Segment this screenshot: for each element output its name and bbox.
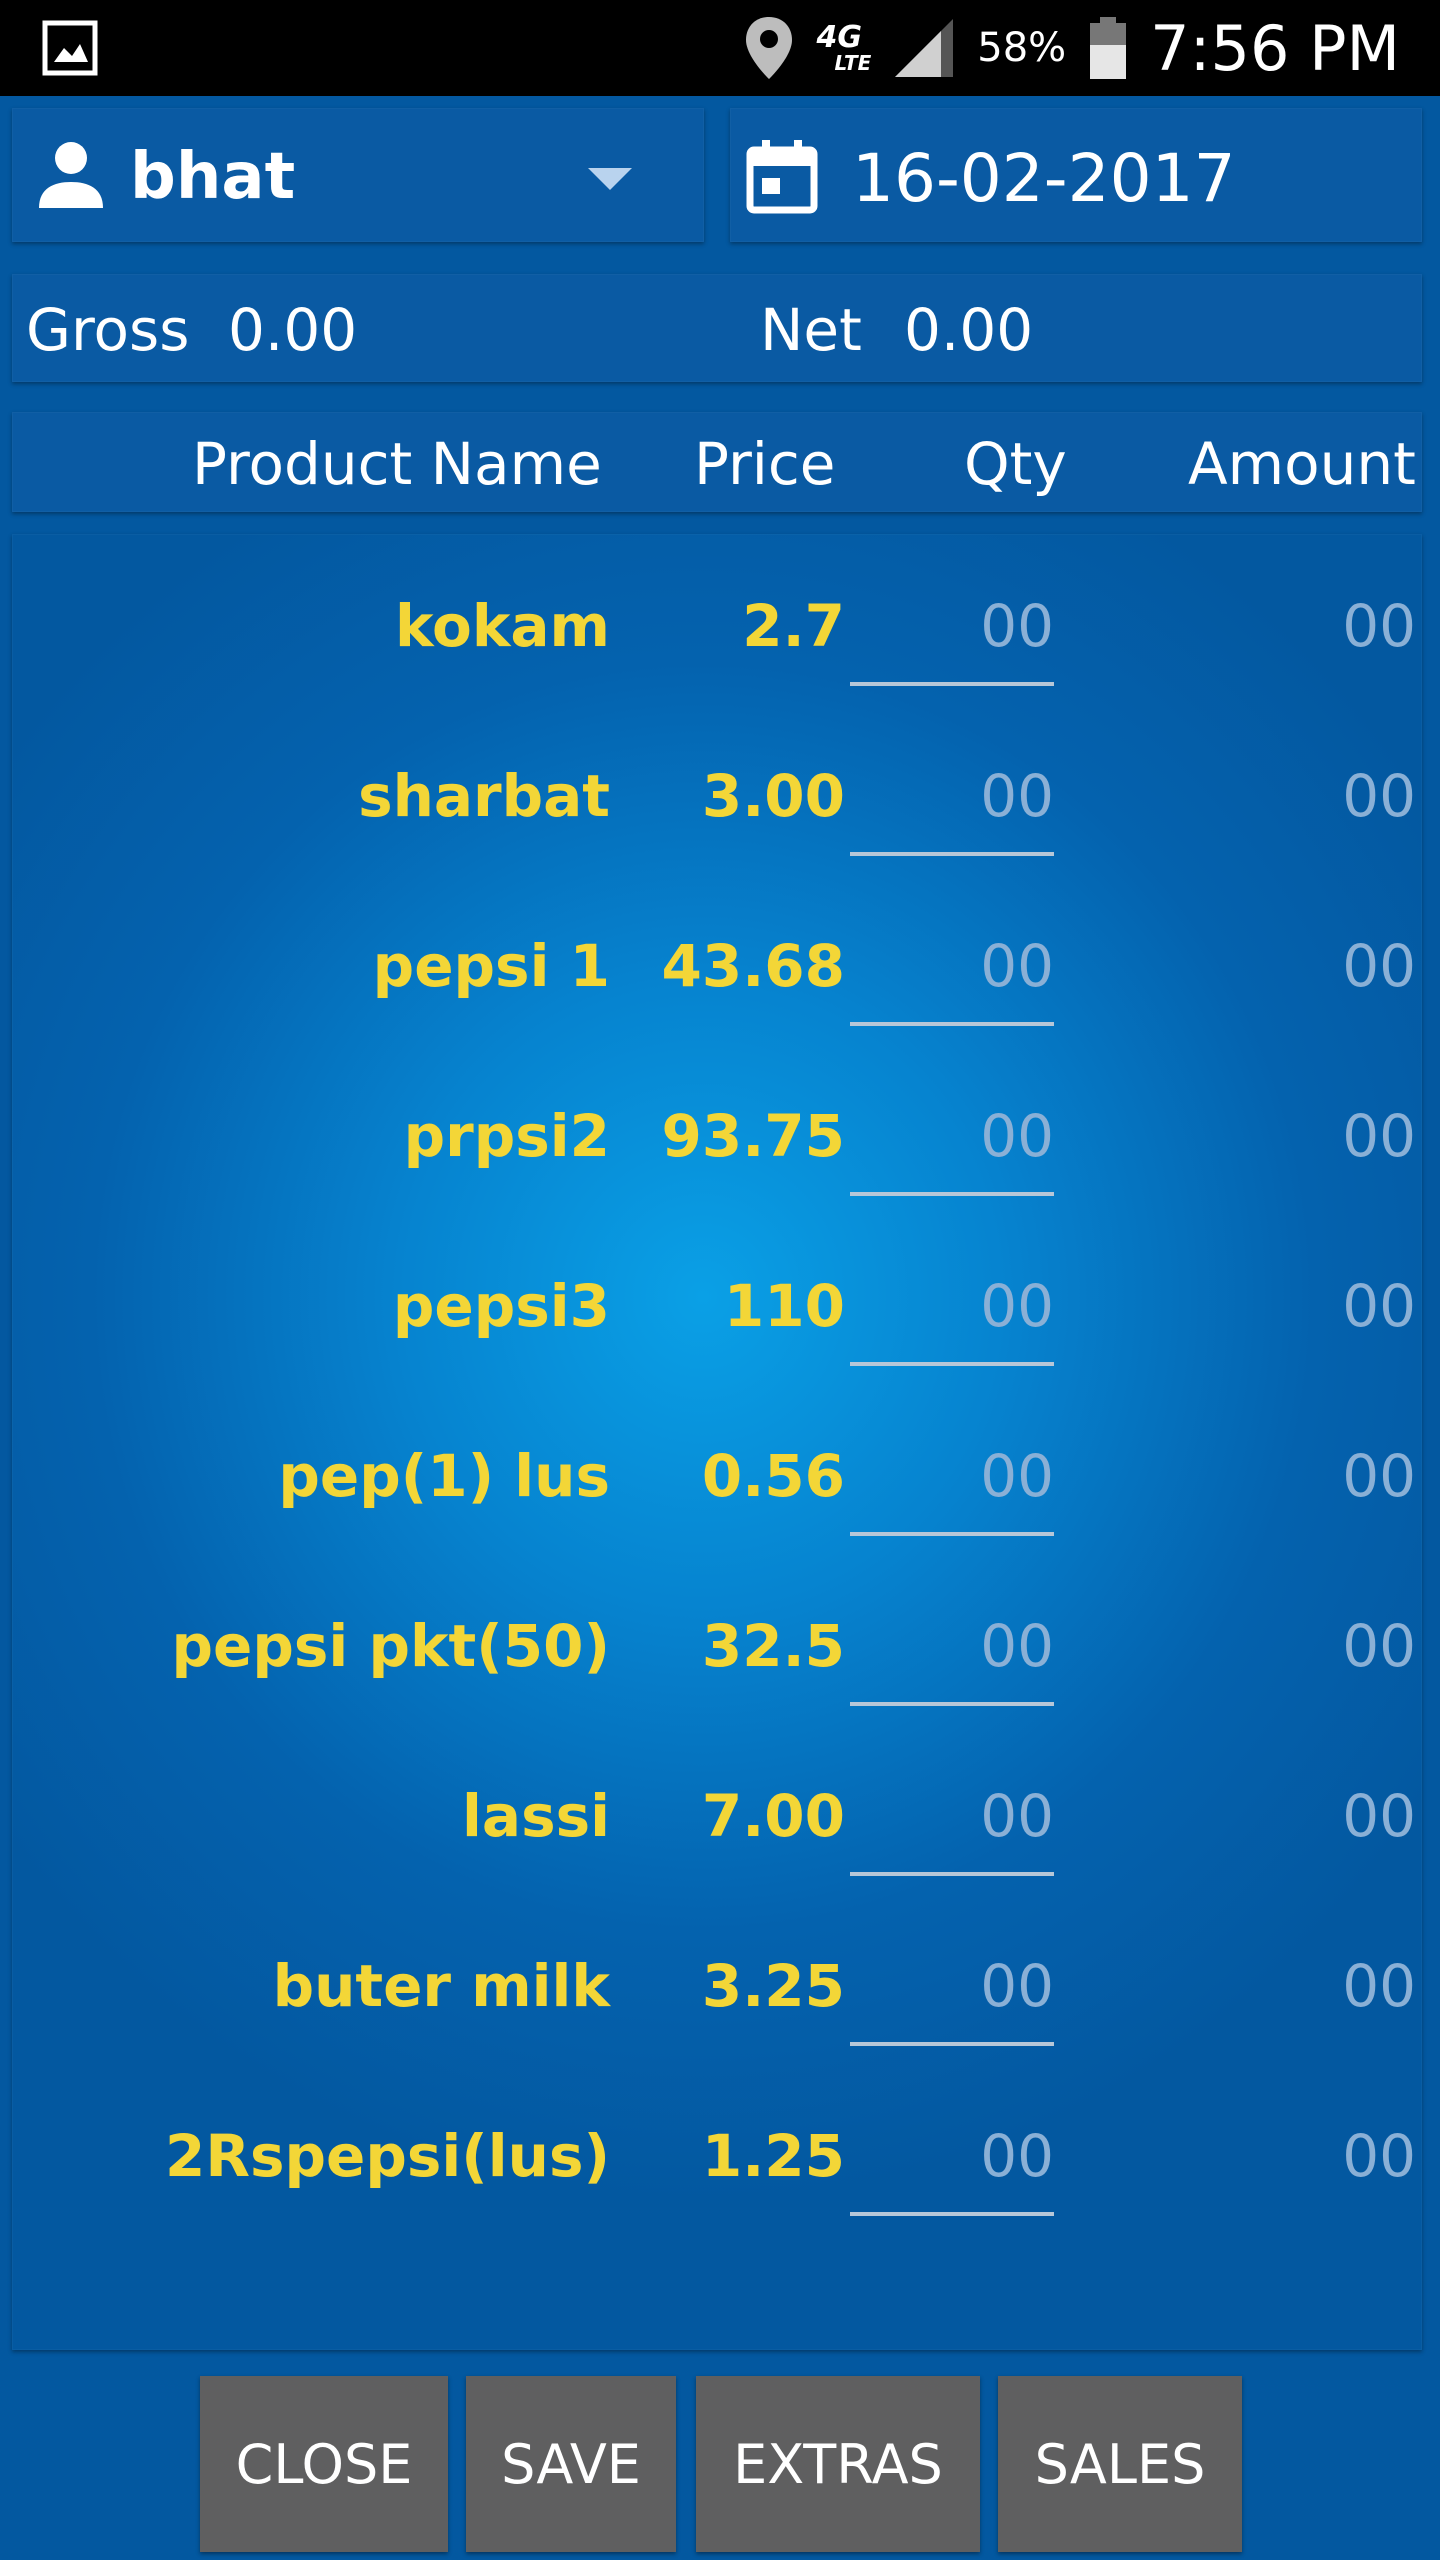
amount-value: 00 [1342, 1102, 1416, 1170]
customer-spinner[interactable]: bhat [12, 108, 704, 242]
network-type-icon: 4G LTE [816, 20, 872, 75]
qty-value: 00 [980, 762, 1054, 830]
status-bar: 4G LTE 58% 7:56 PM [0, 0, 1440, 96]
product-name: pepsi 1 [372, 932, 610, 1000]
table-row: sharbat 3.00 00 00 [12, 740, 1422, 910]
location-icon [745, 17, 792, 79]
selected-date: 16-02-2017 [852, 140, 1236, 217]
amount-value: 00 [1342, 762, 1416, 830]
product-price: 110 [723, 1272, 845, 1340]
product-price: 93.75 [661, 1102, 845, 1170]
qty-input[interactable]: 00 [850, 1952, 1054, 2046]
product-price: 43.68 [661, 932, 845, 1000]
date-picker[interactable]: 16-02-2017 [730, 108, 1422, 242]
product-price: 1.25 [701, 2122, 845, 2190]
status-icons: 4G LTE 58% 7:56 PM [743, 0, 1400, 96]
product-price: 32.5 [701, 1612, 845, 1680]
amount-value: 00 [1342, 1782, 1416, 1850]
net-label: Net [760, 296, 862, 364]
table-row: lassi 7.00 00 00 [12, 1760, 1422, 1930]
net-value: 0.00 [904, 296, 1034, 364]
amount-value: 00 [1342, 2122, 1416, 2190]
save-button[interactable]: SAVE [466, 2376, 676, 2552]
qty-input[interactable]: 00 [850, 762, 1054, 856]
qty-input[interactable]: 00 [850, 932, 1054, 1026]
dropdown-arrow-icon[interactable] [588, 168, 632, 190]
qty-value: 00 [980, 932, 1054, 1000]
table-header: Product Name Price Qty Amount [12, 412, 1422, 512]
product-name: kokam [394, 592, 610, 660]
gross-label: Gross [26, 296, 190, 364]
amount-value: 00 [1342, 932, 1416, 1000]
clock: 7:56 PM [1150, 11, 1400, 85]
table-row: prpsi2 93.75 00 00 [12, 1080, 1422, 1250]
table-row: kokam 2.7 00 00 [12, 570, 1422, 740]
qty-value: 00 [980, 1782, 1054, 1850]
qty-input[interactable]: 00 [850, 1782, 1054, 1876]
extras-button[interactable]: EXTRAS [696, 2376, 980, 2552]
battery-percent: 58% [977, 25, 1067, 71]
battery-icon [1090, 17, 1127, 79]
close-button[interactable]: CLOSE [200, 2376, 448, 2552]
amount-value: 00 [1342, 592, 1416, 660]
product-name: pepsi pkt(50) [171, 1612, 610, 1680]
header-price: Price [694, 430, 836, 498]
totals-bar: Gross 0.00 Net 0.00 [12, 274, 1422, 382]
table-row: pepsi3 110 00 00 [12, 1250, 1422, 1420]
person-icon [39, 142, 103, 208]
qty-value: 00 [980, 1952, 1054, 2020]
qty-input[interactable]: 00 [850, 1612, 1054, 1706]
product-name: pep(1) lus [278, 1442, 610, 1510]
product-price: 0.56 [701, 1442, 845, 1510]
gallery-notification-icon [42, 20, 98, 76]
qty-value: 00 [980, 1612, 1054, 1680]
amount-value: 00 [1342, 1442, 1416, 1510]
calendar-icon [746, 140, 818, 214]
amount-value: 00 [1342, 1272, 1416, 1340]
gross-value: 0.00 [228, 296, 358, 364]
header-qty: Qty [964, 430, 1067, 498]
product-price: 7.00 [701, 1782, 845, 1850]
amount-value: 00 [1342, 1952, 1416, 2020]
product-name: sharbat [358, 762, 610, 830]
product-name: lassi [462, 1782, 610, 1850]
product-price: 2.7 [742, 592, 845, 660]
qty-value: 00 [980, 2122, 1054, 2190]
table-row: pep(1) lus 0.56 00 00 [12, 1420, 1422, 1590]
qty-input[interactable]: 00 [850, 1442, 1054, 1536]
table-row: buter milk 3.25 00 00 [12, 1930, 1422, 2100]
product-name: prpsi2 [403, 1102, 610, 1170]
table-row: 2Rspepsi(lus) 1.25 00 00 [12, 2100, 1422, 2270]
qty-value: 00 [980, 1272, 1054, 1340]
product-price: 3.25 [701, 1952, 845, 2020]
product-list[interactable]: kokam 2.7 00 00 sharbat 3.00 00 00 pepsi… [12, 534, 1422, 2350]
header-product-name: Product Name [192, 430, 602, 498]
product-name: pepsi3 [392, 1272, 610, 1340]
qty-value: 00 [980, 1102, 1054, 1170]
product-price: 3.00 [701, 762, 845, 830]
product-name: 2Rspepsi(lus) [164, 2122, 610, 2190]
qty-input[interactable]: 00 [850, 592, 1054, 686]
sales-button[interactable]: SALES [998, 2376, 1242, 2552]
qty-input[interactable]: 00 [850, 1272, 1054, 1366]
header-amount: Amount [1188, 430, 1416, 498]
customer-name: bhat [130, 140, 296, 214]
qty-input[interactable]: 00 [850, 2122, 1054, 2216]
signal-strength-icon [895, 19, 954, 77]
table-row: pepsi 1 43.68 00 00 [12, 910, 1422, 1080]
amount-value: 00 [1342, 1612, 1416, 1680]
qty-value: 00 [980, 1442, 1054, 1510]
table-row: pepsi pkt(50) 32.5 00 00 [12, 1590, 1422, 1760]
qty-value: 00 [980, 592, 1054, 660]
product-name: buter milk [272, 1952, 610, 2020]
qty-input[interactable]: 00 [850, 1102, 1054, 1196]
